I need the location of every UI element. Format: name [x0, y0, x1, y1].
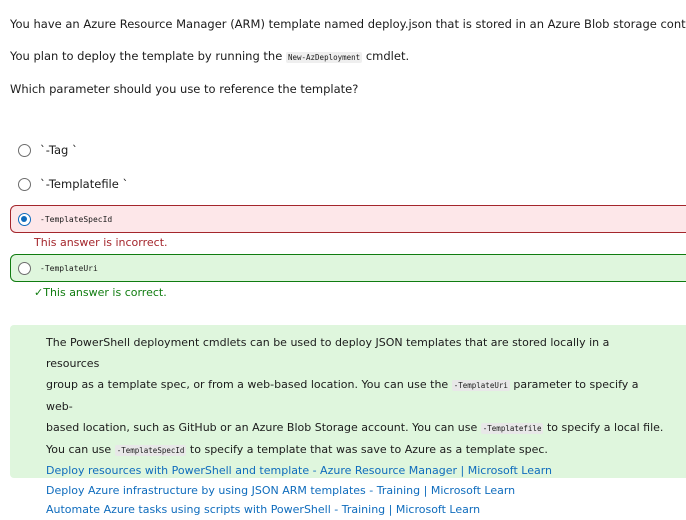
correct-feedback: ✓This answer is correct.	[34, 286, 167, 299]
link-deploy-azure-infrastructure[interactable]: Deploy Azure infrastructure by using JSO…	[46, 481, 664, 501]
explanation-text: group as a template spec, or from a web-…	[46, 378, 449, 391]
question-line-2: You plan to deploy the template by runni…	[10, 48, 409, 66]
check-icon: ✓	[34, 286, 44, 299]
option-templatefile[interactable]: `-Templatefile `	[10, 170, 686, 198]
option-templatespecid[interactable]: -TemplateSpecId	[10, 205, 686, 233]
option-tag[interactable]: `-Tag `	[10, 136, 686, 164]
question-line-2-text: You plan to deploy the template by runni…	[10, 49, 283, 63]
radio-button[interactable]	[18, 261, 31, 275]
question-prompt: Which parameter should you use to refere…	[10, 82, 359, 96]
templatespecid-code: -TemplateSpecId	[114, 445, 187, 456]
explanation-line-4: You can use -TemplateSpecId to specify a…	[46, 439, 664, 461]
option-label: -TemplateUri	[40, 263, 98, 273]
option-label: -TemplateSpecId	[40, 214, 113, 224]
reference-links: Deploy resources with PowerShell and tem…	[46, 461, 664, 520]
cmdlet-code: New-AzDeployment	[285, 52, 363, 63]
question-line-2-tail: cmdlet.	[365, 49, 410, 63]
explanation-line-3: based location, such as GitHub or an Azu…	[46, 417, 664, 439]
explanation-line-2: group as a template spec, or from a web-…	[46, 374, 664, 417]
explanation-text: based location, such as GitHub or an Azu…	[46, 421, 478, 434]
explanation-line-1: The PowerShell deployment cmdlets can be…	[46, 336, 610, 370]
explanation-panel: The PowerShell deployment cmdlets can be…	[10, 325, 686, 516]
option-templateuri[interactable]: -TemplateUri	[10, 254, 686, 282]
option-label: `-Tag `	[40, 143, 78, 157]
radio-button-selected[interactable]	[18, 212, 31, 226]
link-deploy-resources-powershell[interactable]: Deploy resources with PowerShell and tem…	[46, 461, 664, 481]
incorrect-feedback: This answer is incorrect.	[34, 236, 168, 249]
question-line-1: You have an Azure Resource Manager (ARM)…	[10, 17, 686, 31]
explanation-text: You can use	[46, 443, 112, 456]
templateuri-code: -TemplateUri	[451, 380, 510, 391]
option-label: `-Templatefile `	[40, 177, 129, 191]
explanation-text: to specify a local file.	[546, 421, 664, 434]
link-automate-azure-tasks[interactable]: Automate Azure tasks using scripts with …	[46, 500, 664, 520]
correct-feedback-text: This answer is correct.	[43, 286, 167, 299]
templatefile-code: -Templatefile	[480, 423, 544, 434]
explanation-text: to specify a template that was save to A…	[189, 443, 548, 456]
radio-button[interactable]	[18, 143, 31, 157]
radio-button[interactable]	[18, 177, 31, 191]
